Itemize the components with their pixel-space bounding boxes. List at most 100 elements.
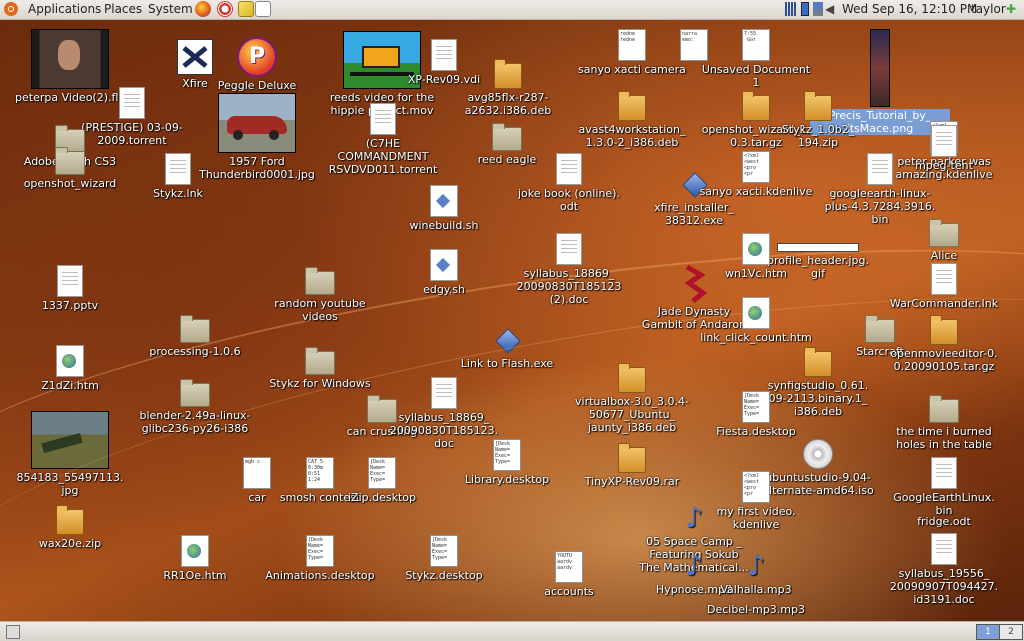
desktop-icon-edgy-sh[interactable]: edgy.sh xyxy=(374,249,514,296)
desktop-icon-time-burned[interactable]: the time i burned holes in the table xyxy=(874,393,1014,451)
volume-icon[interactable]: ◀ xyxy=(825,2,837,16)
icon-label: TinyXP-Rev09.rar xyxy=(584,475,680,488)
shutdown-icon[interactable]: ✚ xyxy=(1006,2,1016,17)
icon-label: link_click_count.htm xyxy=(700,331,812,344)
battery-icon[interactable] xyxy=(801,2,809,16)
desktop-icon-fiesta[interactable]: [Desk Name= Exec= Type= Fiesta.desktop xyxy=(686,391,826,438)
desktop-icon-screenshot-jpg[interactable]: 854183_55497113. jpg xyxy=(0,411,140,497)
transfer-icon[interactable] xyxy=(813,2,823,16)
desktop-icon-syllabus-2[interactable]: syllabus_18869_ 20090830T185123 (2).doc xyxy=(499,233,639,306)
desktop-icon-processing[interactable]: processing-1.0.6 xyxy=(125,313,265,358)
script-icon xyxy=(430,249,458,281)
desktop-icon-avg85flx[interactable]: avg85flx-r287- a2632.i386.deb xyxy=(438,59,578,117)
icon-label: avg85flx-r287- a2632.i386.deb xyxy=(464,91,552,117)
archive-icon xyxy=(494,59,522,89)
desktop-icon-wax20e[interactable]: wax20e.zip xyxy=(0,505,140,550)
notes-icon[interactable] xyxy=(238,1,254,17)
ubuntu-logo-icon[interactable] xyxy=(4,2,18,16)
places-menu[interactable]: Places xyxy=(104,2,142,17)
desktop-icon-decibel[interactable]: Decibel-mp3.mp3 xyxy=(686,597,826,616)
desktop-icon-unsaved-document[interactable]: 7:55 Gor Unsaved Document 1 xyxy=(686,29,826,89)
desktop-icon-stykz-windows[interactable]: Stykz for Windows xyxy=(250,345,390,390)
document-icon xyxy=(931,263,957,295)
icon-label: Stykz.lnk xyxy=(153,187,203,200)
desktop-icon-syllabus-doc[interactable]: syllabus_18869_ 20090830T185123. doc xyxy=(374,377,514,450)
desktop-icon-space-camp[interactable]: ♪ 05 Space Camp _ Featuring Sokub The Mat… xyxy=(624,501,764,575)
video-thumbnail-icon xyxy=(31,29,109,89)
text-preview: YOUTU aardv aardv xyxy=(557,553,573,571)
text-preview: [Desk Name= Exec= Type= xyxy=(495,441,511,465)
desktop-icon-warcommander[interactable]: WarCommander.lnk xyxy=(874,263,1014,310)
archive-icon xyxy=(618,363,646,393)
desktop-icon-overlapping-torrents[interactable]: (C7HE COMMANDMENT RSVDVD011.torrent xyxy=(313,103,453,176)
desktop-icon-link-click-count[interactable]: link_click_count.htm xyxy=(686,297,826,344)
icon-label: joke book (online). odt xyxy=(518,187,620,213)
text-preview: mgb c xyxy=(245,459,261,465)
desktop-icon-starcraft[interactable]: Starcraft xyxy=(810,313,950,358)
desktop-icon-link-flash[interactable]: Link to Flash.exe xyxy=(437,325,577,370)
desktop-icon-library-desktop[interactable]: [Desk Name= Exec= Type= Library.desktop xyxy=(437,439,577,486)
desktop-icon-z1dzi[interactable]: Z1dZi.htm xyxy=(0,345,140,392)
desktop-icon-smosh-contest[interactable]: CAT 5 0:30m 0:51 1:24 smosh contest xyxy=(250,457,390,504)
folder-icon xyxy=(492,123,522,151)
desktop-icon-sanyo-kdenlive[interactable]: <?xml <west <pro <pr sanyo xacti.kdenlive xyxy=(686,151,826,198)
desktop-icon-random-youtube[interactable]: random youtube videos xyxy=(250,265,390,323)
desktop[interactable]: peterpa Video(2).flv Xfire P Peggle Deluxe r… xyxy=(0,19,1024,621)
desktop-icon-car[interactable]: mgb c car xyxy=(187,457,327,504)
desktop-icon-syllabus-3[interactable]: syllabus_19556_ 20090907T094427. id3191.… xyxy=(874,533,1014,606)
web-page-icon xyxy=(742,233,770,265)
desktop-icon-blender[interactable]: blender-2.49a-linux- glibc236-py26-i386 xyxy=(125,377,265,435)
icon-label: avast4workstation_ 1.3.0-2_i386.deb xyxy=(578,123,686,149)
icon-label: (C7HE COMMANDMENT RSVDVD011.torrent xyxy=(328,137,438,176)
clock[interactable]: Wed Sep 16, 12:10 PM xyxy=(842,2,977,17)
desktop-icon-alice[interactable]: Alice xyxy=(874,217,1014,262)
desktop-icon-fridge-odt[interactable]: fridge.odt xyxy=(874,509,1014,528)
desktop-icon-winebuild[interactable]: winebuild.sh xyxy=(374,185,514,232)
desktop-icon-stykz-desktop[interactable]: [Desk Name= Exec= Type= Stykz.desktop xyxy=(374,535,514,582)
archive-icon xyxy=(930,315,958,345)
desktop-icon-virtualbox[interactable]: virtualbox-3.0_3.0.4- 50677_Ubuntu_ jaun… xyxy=(562,363,702,434)
help-icon[interactable] xyxy=(217,1,233,17)
workspace-1[interactable]: 1 xyxy=(976,624,1000,640)
desktop-icon-synfig[interactable]: synfigstudio_0.61. 09-2113.binary.1_ i38… xyxy=(748,347,888,418)
desktop-icon-peggle-deluxe[interactable]: P Peggle Deluxe xyxy=(187,37,327,92)
editor-icon[interactable] xyxy=(255,1,271,17)
text-file-icon: CAT 5 0:30m 0:51 1:24 xyxy=(306,457,334,489)
desktop-icon-avast-deb[interactable]: avast4workstation_ 1.3.0-2_i386.deb xyxy=(562,91,702,149)
desktop-icon-izip-desktop[interactable]: [Desk Name= Exec= Type= iZip.desktop xyxy=(312,457,452,504)
image-thumbnail-icon xyxy=(31,411,109,469)
desktop-icon-stykz-zip[interactable]: Stykz_1.0b2_ 194.zip xyxy=(748,91,888,149)
desktop-icon-accounts[interactable]: YOUTU aardv aardv accounts xyxy=(499,551,639,598)
desktop-icon-pptv[interactable]: 1337.pptv xyxy=(0,265,140,312)
icon-label: Starcraft xyxy=(856,345,904,358)
network-icon[interactable] xyxy=(785,2,797,16)
folder-icon xyxy=(55,147,85,175)
desktop-icon-can-crushing[interactable]: can crushing xyxy=(312,393,452,438)
desktop-icon-openmovieeditor[interactable]: openmovieeditor-0. 0.20090105.tar.gz xyxy=(874,315,1014,373)
user-menu[interactable]: taylor xyxy=(971,2,1006,17)
firefox-icon[interactable] xyxy=(195,1,211,17)
audio-file-icon: ♪ xyxy=(685,501,703,534)
web-page-icon xyxy=(56,345,84,377)
desktop-icon-valhalla[interactable]: ♪ Valhalla.mp3 xyxy=(686,551,826,597)
desktop-icon-first-video[interactable]: <?xml <west <pro <pr my first video. kden… xyxy=(686,471,826,531)
desktop-icon-joke-book[interactable]: joke book (online). odt xyxy=(499,153,639,213)
text-preview: 7:55 Gor xyxy=(744,31,757,43)
folder-icon xyxy=(180,379,210,407)
workspace-2[interactable]: 2 xyxy=(999,624,1023,640)
system-menu[interactable]: System xyxy=(148,2,193,17)
desktop-icon-animations-desktop[interactable]: [Desk Name= Exec= Type= Animations.deskto… xyxy=(250,535,390,582)
text-file-icon: [Desk Name= Exec= Type= xyxy=(493,439,521,471)
desktop-icon-ubuntu-iso[interactable]: ubuntustudio-9.04- alternate-amd64.iso xyxy=(748,439,888,497)
applications-menu[interactable]: Applications xyxy=(28,2,101,17)
desktop-icon-tinyxp[interactable]: TinyXP-Rev09.rar xyxy=(562,443,702,488)
show-desktop-icon[interactable] xyxy=(6,625,20,639)
executable-icon xyxy=(492,325,522,355)
desktop-icon-googleearth-linux-bin[interactable]: GoogleEarthLinux. bin xyxy=(874,457,1014,517)
desktop-icon-stykz-lnk[interactable]: Stykz.lnk xyxy=(108,153,248,200)
desktop-icon-rr1oe[interactable]: RR1Oe.htm xyxy=(125,535,265,582)
icon-label: openmovieeditor-0. 0.20090105.tar.gz xyxy=(890,347,998,373)
icon-label: Peggle Deluxe xyxy=(217,79,297,92)
peggle-icon: P xyxy=(237,37,277,77)
desktop-icon-googleearth-bin[interactable]: googleearth-linux- plus-4.3.7284.3916. b… xyxy=(810,153,950,226)
